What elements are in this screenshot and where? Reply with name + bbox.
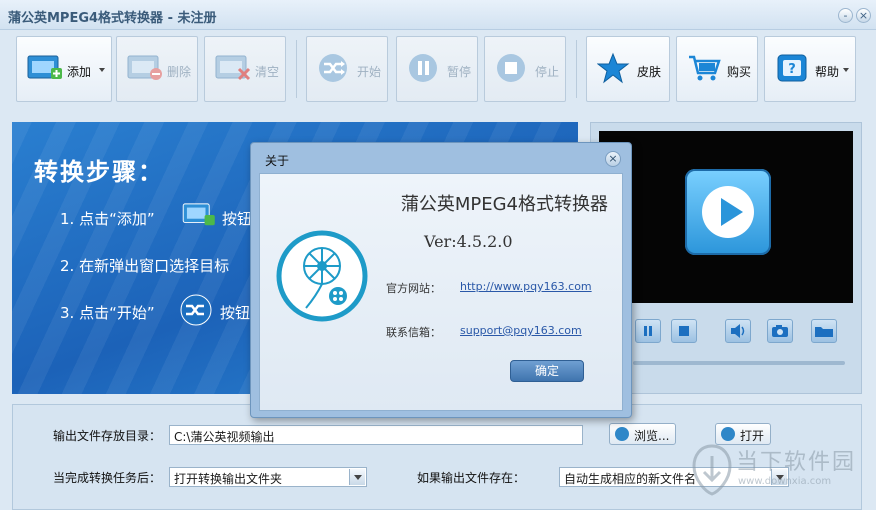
play-button[interactable] — [685, 169, 771, 255]
website-label: 官方网站： — [386, 282, 441, 295]
watermark-logo-icon — [692, 444, 732, 496]
camera-icon — [772, 325, 788, 337]
minimize-button[interactable]: - — [838, 8, 853, 23]
buy-label: 购买 — [727, 65, 752, 79]
dialog-body: 蒲公英MPEG4格式转换器 Ver:4.5.2.0 官方网站： http://w… — [259, 173, 623, 411]
skin-label: 皮肤 — [637, 65, 662, 79]
start-label: 开始 — [357, 65, 382, 79]
steps-heading: 转换步骤： — [34, 158, 164, 186]
pause-label: 暂停 — [447, 65, 472, 79]
shopping-cart-icon — [689, 55, 721, 81]
email-link[interactable]: support@pqy163.com — [460, 324, 582, 337]
dialog-title: 关于 — [265, 154, 290, 168]
pause-icon — [409, 54, 437, 82]
skin-button[interactable]: 皮肤 — [586, 36, 670, 102]
website-link[interactable]: http://www.pqy163.com — [460, 280, 592, 293]
ok-button[interactable]: 确定 — [510, 360, 584, 382]
file-exists-value: 自动生成相应的新文件名 — [564, 472, 697, 486]
video-screen — [599, 131, 853, 303]
step-3-prefix: 3. 点击“开始” — [60, 304, 155, 322]
close-button[interactable]: × — [856, 8, 871, 23]
film-reel-icon — [721, 427, 735, 441]
clear-label: 清空 — [255, 65, 280, 79]
app-name: 蒲公英MPEG4格式转换器 — [400, 194, 608, 215]
playback-progress-bar[interactable] — [633, 361, 845, 365]
clear-video-icon — [215, 55, 251, 81]
speaker-icon — [731, 324, 745, 338]
step-1-suffix: 按钮 — [222, 210, 253, 228]
start-button[interactable]: 开始 — [306, 36, 388, 102]
shuffle-icon — [319, 54, 347, 82]
step-1: 1. 点击“添加” — [60, 208, 155, 229]
snapshot-button[interactable] — [767, 319, 793, 343]
stop-icon — [497, 54, 525, 82]
help-button[interactable]: ? 帮助 — [764, 36, 856, 102]
help-label: 帮助 — [815, 65, 840, 79]
folder-icon — [815, 327, 833, 337]
chevron-down-icon — [843, 68, 849, 72]
watermark: 当下软件园 www.downxia.com — [692, 440, 872, 504]
toolbar-divider — [576, 40, 577, 98]
pause-icon — [644, 326, 652, 336]
stop-button[interactable] — [671, 319, 697, 343]
add-video-icon — [27, 55, 62, 79]
stop-button[interactable]: 停止 — [484, 36, 566, 102]
star-icon — [597, 52, 630, 84]
step-3: 3. 点击“开始” — [60, 302, 155, 323]
dialog-close-button[interactable]: × — [605, 151, 621, 167]
step-1-prefix: 1. 点击“添加” — [60, 210, 155, 228]
add-button[interactable]: 添加 — [16, 36, 112, 102]
buy-button[interactable]: 购买 — [676, 36, 758, 102]
add-video-icon — [182, 203, 215, 226]
after-task-select[interactable]: 打开转换输出文件夹 — [169, 467, 367, 487]
after-task-label: 当完成转换任务后： — [53, 471, 162, 485]
step-3-suffix: 按钮 — [220, 304, 251, 322]
stop-icon — [679, 326, 689, 336]
chevron-down-icon — [99, 68, 105, 72]
window-title: 蒲公英MPEG4格式转换器 - 未注册 — [8, 11, 217, 26]
delete-video-icon — [127, 55, 162, 80]
watermark-text: 当下软件园 — [736, 450, 857, 475]
add-label: 添加 — [67, 65, 92, 79]
open-folder-button[interactable] — [811, 319, 837, 343]
title-bar: 蒲公英MPEG4格式转换器 - 未注册 - × — [0, 0, 876, 30]
help-icon: ? — [777, 54, 807, 82]
toolbar: 添加 删除 清空 开始 暂停 停止 皮肤 购买 ? 帮助 — [0, 30, 876, 110]
chevron-down-icon — [349, 469, 365, 485]
delete-button[interactable]: 删除 — [116, 36, 198, 102]
watermark-url: www.downxia.com — [738, 476, 832, 487]
stop-label: 停止 — [535, 65, 560, 79]
file-exists-label: 如果输出文件存在： — [417, 471, 526, 485]
version-text: Ver:4.5.2.0 — [424, 232, 513, 251]
browse-label: 浏览... — [634, 429, 670, 443]
clear-button[interactable]: 清空 — [204, 36, 286, 102]
shuffle-icon — [180, 294, 212, 326]
toolbar-divider — [296, 40, 297, 98]
browse-icon — [615, 427, 629, 441]
pause-button[interactable]: 暂停 — [396, 36, 478, 102]
output-dir-label: 输出文件存放目录： — [53, 429, 162, 443]
step-2: 2. 在新弹出窗口选择目标 — [60, 257, 230, 275]
output-dir-field[interactable]: C:\蒲公英视频输出 — [169, 425, 583, 445]
after-task-value: 打开转换输出文件夹 — [174, 472, 283, 486]
volume-button[interactable] — [725, 319, 751, 343]
about-dialog: 关于 × 蒲公英MPEG4格式转换器 Ver:4.5.2.0 官方网站： htt… — [250, 142, 632, 418]
svg-text:?: ? — [788, 62, 796, 77]
delete-label: 删除 — [167, 65, 192, 79]
browse-button[interactable]: 浏览... — [609, 423, 677, 445]
play-icon — [702, 186, 754, 238]
pause-button[interactable] — [635, 319, 661, 343]
email-label: 联系信箱： — [386, 326, 441, 339]
dandelion-logo-icon — [276, 230, 368, 322]
